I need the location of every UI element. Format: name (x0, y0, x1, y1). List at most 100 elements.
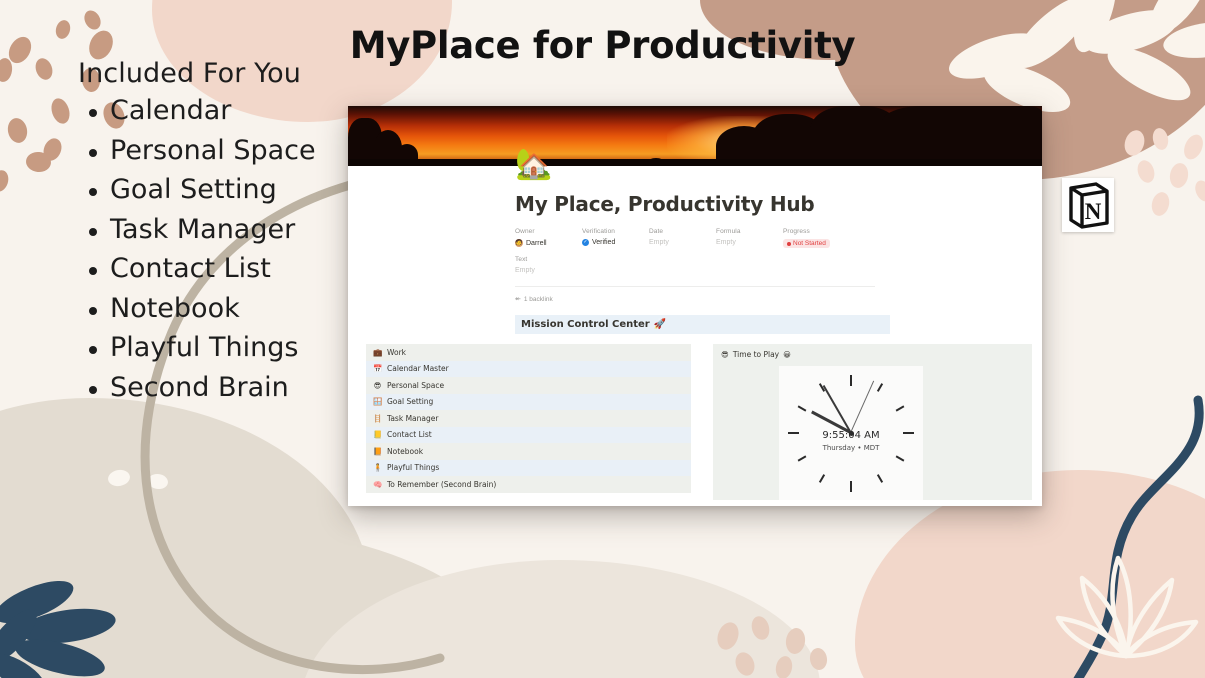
clock-subtitle-label: Thursday • MDT (822, 444, 880, 452)
divider (515, 286, 875, 287)
property-date[interactable]: Date Empty (649, 228, 716, 248)
table-row[interactable]: 🧠 To Remember (Second Brain) (366, 476, 691, 493)
time-to-play-heading: 😎 Time to Play 😀 (713, 344, 1032, 359)
status-badge-label: Not Started (793, 240, 826, 247)
row-label: Goal Setting (387, 397, 434, 407)
list-item: Notebook (70, 289, 316, 329)
feature-label: Goal Setting (110, 174, 277, 205)
calendar-icon: 📅 (373, 364, 383, 373)
property-progress[interactable]: Progress Not Started (783, 228, 850, 248)
ledger-icon: 📒 (373, 430, 383, 439)
list-item: Playful Things (70, 328, 316, 368)
page-content: My Place, Productivity Hub Owner 🧑 Darre… (348, 166, 1042, 274)
tree-silhouette (882, 106, 1042, 166)
row-label: Task Manager (387, 413, 439, 423)
feature-label: Notebook (110, 292, 240, 324)
list-item: Calendar (70, 91, 316, 131)
clock-tick (797, 455, 807, 462)
property-value-text: Verified (592, 239, 616, 246)
property-formula[interactable]: Formula Empty (716, 228, 783, 248)
orange-book-icon: 📙 (373, 446, 383, 456)
brain-icon: 🧠 (373, 479, 383, 489)
database-list: 💼 Work 📅 Calendar Master 😎 Personal Spac… (366, 344, 691, 500)
table-row[interactable]: 🪟 Goal Setting (366, 393, 691, 410)
list-item: Task Manager (70, 210, 316, 250)
avatar: 🧑 (515, 239, 523, 247)
feature-list: Calendar Personal Space Goal Setting Tas… (70, 91, 316, 407)
feature-label: Task Manager (110, 213, 296, 245)
table-row[interactable]: 📅 Calendar Master (366, 360, 691, 377)
property-value-text: Darrell (526, 239, 547, 247)
property-label: Formula (716, 228, 741, 235)
time-to-play-panel: 😎 Time to Play 😀 9:55:04 AM Thursday • M… (713, 344, 1032, 500)
property-value[interactable]: Empty (515, 267, 1042, 274)
verified-badge-icon: ✓ (582, 239, 589, 246)
clock-tick (895, 455, 905, 462)
clock-tick (850, 375, 852, 386)
slide-canvas: MyPlace for Productivity Included For Yo… (0, 0, 1205, 678)
feature-list-block: Included For You Calendar Personal Space… (70, 58, 316, 407)
notion-logo-letter: N (1085, 199, 1102, 224)
notion-page-title[interactable]: My Place, Productivity Hub (515, 166, 1042, 216)
table-row[interactable]: 😎 Personal Space (366, 377, 691, 394)
feature-label: Calendar (110, 95, 232, 126)
horizon-line (348, 159, 1042, 166)
row-label: Contact List (387, 430, 432, 440)
property-value[interactable]: Empty (649, 239, 716, 246)
property-value[interactable]: ✓ Verified (582, 239, 649, 246)
row-label: Work (387, 347, 406, 357)
clock-time-label: 9:55:04 AM (822, 430, 880, 441)
table-row[interactable]: 🧍 Playful Things (366, 459, 691, 476)
notion-window[interactable]: 🏡 My Place, Productivity Hub Owner 🧑 Dar… (348, 106, 1042, 506)
mission-control-label: Mission Control Center (521, 319, 650, 330)
table-row[interactable]: 🪜 Task Manager (366, 410, 691, 427)
clock-tick (818, 474, 826, 483)
rocket-icon: 🚀 (653, 319, 667, 330)
property-text[interactable]: Text Empty (515, 256, 1042, 274)
notion-logo-icon: N (1062, 178, 1114, 232)
row-label: To Remember (Second Brain) (387, 479, 497, 489)
feature-label: Personal Space (110, 134, 316, 166)
property-label: Owner (515, 228, 535, 235)
table-row[interactable]: 📒 Contact List (366, 426, 691, 443)
notion-cover-image[interactable] (348, 106, 1042, 166)
row-label: Notebook (387, 446, 424, 456)
property-value[interactable]: 🧑 Darrell (515, 239, 582, 247)
clock-tick (895, 405, 905, 412)
property-value[interactable]: Empty (716, 239, 783, 246)
clock-second-hand (850, 380, 875, 434)
briefcase-icon: 💼 (373, 347, 383, 357)
list-item: Second Brain (70, 368, 316, 408)
person-standing-icon: 🧍 (373, 463, 383, 472)
backlink-arrow-icon: ↞ (515, 296, 521, 303)
cream-outline-fan-leaf-icon (1055, 555, 1199, 659)
sunglasses-face-icon: 😎 (721, 350, 729, 359)
notion-page-body: My Place, Productivity Hub Owner 🧑 Darre… (348, 166, 1042, 506)
clock-tick (876, 383, 884, 392)
time-to-play-label: Time to Play (732, 350, 780, 359)
backlink-link[interactable]: ↞ 1 backlink (515, 295, 1042, 304)
feature-label: Contact List (110, 253, 271, 284)
property-verification[interactable]: Verification ✓ Verified (582, 228, 649, 248)
list-item: Goal Setting (70, 170, 316, 210)
ladder-icon: 🪜 (373, 413, 383, 423)
clock-tick (850, 481, 852, 492)
page-title: MyPlace for Productivity (349, 24, 856, 67)
property-value[interactable]: Not Started (783, 239, 850, 248)
table-row[interactable]: 💼 Work (366, 344, 691, 361)
smiley-icon: 😀 (783, 350, 791, 359)
content-columns: 💼 Work 📅 Calendar Master 😎 Personal Spac… (348, 344, 1042, 500)
page-emoji-icon[interactable]: 🏡 (515, 150, 552, 180)
feature-label: Playful Things (110, 332, 299, 363)
mission-control-heading[interactable]: Mission Control Center 🚀 (515, 315, 890, 334)
feature-label: Second Brain (110, 371, 289, 403)
property-label: Text (515, 256, 528, 263)
table-row[interactable]: 📙 Notebook (366, 443, 691, 460)
row-label: Calendar Master (387, 364, 449, 374)
mission-control-text: Mission Control Center 🚀 (521, 319, 884, 330)
list-item: Personal Space (70, 131, 316, 171)
clock-face: 9:55:04 AM Thursday • MDT (779, 366, 923, 500)
status-dot-icon (787, 241, 791, 246)
clock-widget[interactable]: 9:55:04 AM Thursday • MDT (779, 366, 923, 500)
property-owner[interactable]: Owner 🧑 Darrell (515, 228, 582, 248)
